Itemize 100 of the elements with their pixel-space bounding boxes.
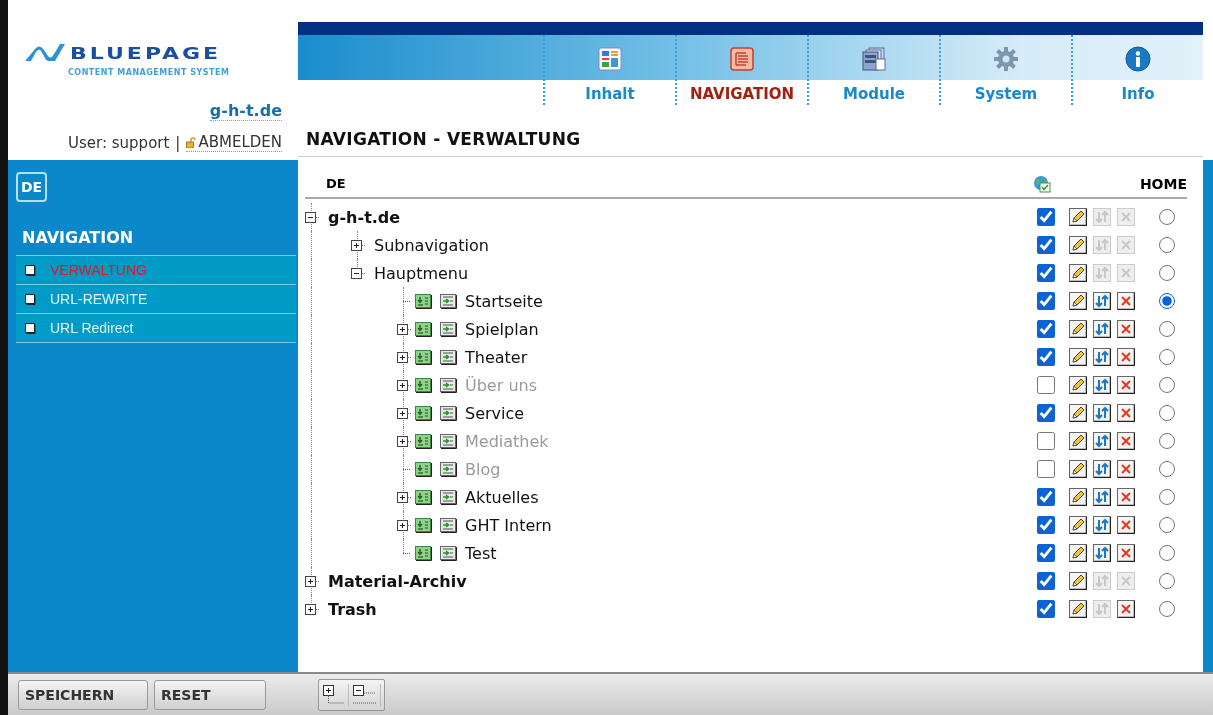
- collapse-icon[interactable]: [351, 267, 365, 279]
- delete-x-icon[interactable]: [1117, 292, 1135, 310]
- pencil-icon[interactable]: [1069, 264, 1087, 282]
- pencil-icon[interactable]: [1069, 404, 1087, 422]
- visibility-checkbox[interactable]: [1037, 264, 1055, 282]
- home-radio[interactable]: [1159, 349, 1175, 365]
- nav-tab[interactable]: Module: [807, 35, 939, 105]
- visibility-checkbox[interactable]: [1037, 600, 1055, 618]
- home-radio[interactable]: [1159, 545, 1175, 561]
- visibility-checkbox[interactable]: [1037, 572, 1055, 590]
- delete-x-icon[interactable]: [1117, 348, 1135, 366]
- delete-x-icon[interactable]: [1117, 600, 1135, 618]
- home-radio[interactable]: [1159, 321, 1175, 337]
- visibility-checkbox[interactable]: [1037, 432, 1055, 450]
- tree-item-label[interactable]: Subnavigation: [374, 231, 489, 259]
- home-radio[interactable]: [1159, 433, 1175, 449]
- up-down-arrows-icon[interactable]: [1093, 348, 1111, 366]
- pencil-icon[interactable]: [1069, 348, 1087, 366]
- pencil-icon[interactable]: [1069, 516, 1087, 534]
- nav-tab[interactable]: Inhalt: [543, 35, 675, 105]
- expand-icon[interactable]: [305, 575, 319, 587]
- tree-item-label[interactable]: Hauptmenu: [374, 259, 469, 287]
- visibility-checkbox[interactable]: [1037, 376, 1055, 394]
- expand-icon[interactable]: [351, 239, 365, 251]
- delete-x-icon[interactable]: [1117, 320, 1135, 338]
- home-radio[interactable]: [1159, 601, 1175, 617]
- tree-item-label[interactable]: Theater: [465, 343, 528, 371]
- pencil-icon[interactable]: [1069, 432, 1087, 450]
- pencil-icon[interactable]: [1069, 236, 1087, 254]
- home-radio[interactable]: [1159, 237, 1175, 253]
- up-down-arrows-icon[interactable]: [1093, 460, 1111, 478]
- pencil-icon[interactable]: [1069, 376, 1087, 394]
- expand-icon[interactable]: [397, 323, 411, 335]
- up-down-arrows-icon[interactable]: [1093, 432, 1111, 450]
- visibility-checkbox[interactable]: [1037, 320, 1055, 338]
- home-radio[interactable]: [1159, 517, 1175, 533]
- expand-all-icon[interactable]: [322, 683, 349, 706]
- visibility-checkbox[interactable]: [1037, 348, 1055, 366]
- visibility-checkbox[interactable]: [1037, 292, 1055, 310]
- delete-x-icon[interactable]: [1117, 376, 1135, 394]
- tree-item-label[interactable]: GHT Intern: [465, 511, 552, 539]
- delete-x-icon[interactable]: [1117, 544, 1135, 562]
- expand-icon[interactable]: [397, 351, 411, 363]
- home-radio[interactable]: [1159, 573, 1175, 589]
- collapse-icon[interactable]: [305, 211, 319, 223]
- delete-x-icon[interactable]: [1117, 404, 1135, 422]
- expand-icon[interactable]: [397, 379, 411, 391]
- tree-item-label[interactable]: Service: [465, 399, 525, 427]
- pencil-icon[interactable]: [1069, 320, 1087, 338]
- delete-x-icon[interactable]: [1117, 488, 1135, 506]
- language-button[interactable]: DE: [16, 172, 47, 202]
- tree-item-label[interactable]: Startseite: [465, 287, 543, 315]
- visibility-checkbox[interactable]: [1037, 404, 1055, 422]
- expand-icon[interactable]: [397, 519, 411, 531]
- expand-icon[interactable]: [305, 603, 319, 615]
- home-radio[interactable]: [1159, 461, 1175, 477]
- delete-x-icon[interactable]: [1117, 460, 1135, 478]
- nav-tab[interactable]: System: [939, 35, 1071, 105]
- up-down-arrows-icon[interactable]: [1093, 292, 1111, 310]
- visibility-checkbox[interactable]: [1037, 460, 1055, 478]
- home-radio[interactable]: [1159, 265, 1175, 281]
- up-down-arrows-icon[interactable]: [1093, 376, 1111, 394]
- footer-button[interactable]: RESET: [154, 679, 266, 710]
- tree-item-label[interactable]: Spielplan: [465, 315, 539, 343]
- pencil-icon[interactable]: [1069, 600, 1087, 618]
- home-radio[interactable]: [1159, 489, 1175, 505]
- expand-icon[interactable]: [397, 407, 411, 419]
- pencil-icon[interactable]: [1069, 292, 1087, 310]
- up-down-arrows-icon[interactable]: [1093, 320, 1111, 338]
- pencil-icon[interactable]: [1069, 488, 1087, 506]
- tree-item-label[interactable]: g-h-t.de: [328, 203, 401, 231]
- visibility-checkbox[interactable]: [1037, 516, 1055, 534]
- home-radio[interactable]: [1159, 377, 1175, 393]
- up-down-arrows-icon[interactable]: [1093, 488, 1111, 506]
- home-radio[interactable]: [1159, 209, 1175, 225]
- site-link[interactable]: g-h-t.de: [209, 101, 282, 121]
- tree-item-label[interactable]: Material-Archiv: [328, 567, 467, 595]
- pencil-icon[interactable]: [1069, 572, 1087, 590]
- home-radio[interactable]: [1159, 405, 1175, 421]
- nav-tab[interactable]: NAVIGATION: [675, 35, 807, 105]
- expand-icon[interactable]: [397, 435, 411, 447]
- tree-item-label[interactable]: Trash: [328, 595, 377, 623]
- up-down-arrows-icon[interactable]: [1093, 544, 1111, 562]
- pencil-icon[interactable]: [1069, 460, 1087, 478]
- visibility-checkbox[interactable]: [1037, 236, 1055, 254]
- logout-link[interactable]: ABMELDEN: [186, 133, 282, 152]
- visibility-checkbox[interactable]: [1037, 544, 1055, 562]
- delete-x-icon[interactable]: [1117, 432, 1135, 450]
- up-down-arrows-icon[interactable]: [1093, 404, 1111, 422]
- collapse-all-icon[interactable]: [352, 683, 381, 706]
- pencil-icon[interactable]: [1069, 544, 1087, 562]
- expand-icon[interactable]: [397, 491, 411, 503]
- visibility-checkbox[interactable]: [1037, 488, 1055, 506]
- footer-button[interactable]: SPEICHERN: [18, 679, 148, 710]
- pencil-icon[interactable]: [1069, 208, 1087, 226]
- up-down-arrows-icon[interactable]: [1093, 516, 1111, 534]
- tree-item-label[interactable]: Test: [465, 539, 497, 567]
- visibility-checkbox[interactable]: [1037, 208, 1055, 226]
- delete-x-icon[interactable]: [1117, 516, 1135, 534]
- tree-item-label[interactable]: Aktuelles: [465, 483, 539, 511]
